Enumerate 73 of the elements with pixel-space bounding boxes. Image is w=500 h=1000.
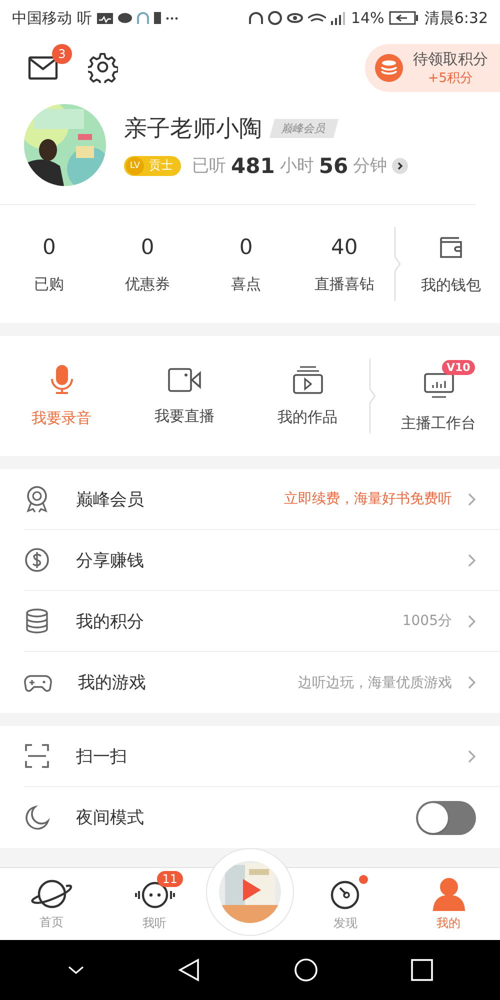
menu-detail: 立即续费，海量好书免费听 <box>284 490 452 508</box>
points-title: 待领取积分 <box>413 50 488 68</box>
divider-icon <box>394 227 402 301</box>
menu-label: 夜间模式 <box>76 807 144 829</box>
hours-unit: 小时 <box>280 155 314 177</box>
carrier-extra-text: 听 <box>77 8 92 28</box>
menu-label: 分享赚钱 <box>76 550 144 572</box>
level-badge: LV 贡士 <box>124 156 181 176</box>
settings-icon <box>88 53 118 83</box>
envelope-icon <box>28 56 58 80</box>
listened-minutes: 56 <box>318 154 348 178</box>
more-icon <box>166 16 178 20</box>
menu-row[interactable]: 我的游戏 边听边玩，海量优质游戏 <box>24 652 500 713</box>
chevron-right-icon <box>468 750 476 762</box>
chevron-right-icon <box>468 492 476 506</box>
battery-percent: 14% <box>350 9 384 27</box>
menu-row[interactable]: 扫一扫 <box>24 726 500 787</box>
minutes-unit: 分钟 <box>353 155 388 177</box>
level-badge: V10 <box>442 360 476 374</box>
settings-button[interactable] <box>86 51 120 85</box>
coins-icon <box>375 54 403 82</box>
notification-badge: 11 <box>157 870 182 886</box>
collapse-icon[interactable] <box>66 965 85 975</box>
points-button[interactable]: 待领取积分 +5积分 <box>365 44 500 92</box>
chevron-right-icon <box>468 554 476 566</box>
person-icon <box>432 876 466 910</box>
signal-icon <box>330 12 346 24</box>
stat-item[interactable]: 40 直播喜钻 <box>295 234 394 294</box>
clock: 清晨6:32 <box>424 8 488 28</box>
moon-icon <box>24 804 50 830</box>
points-reward: +5积分 <box>428 70 474 86</box>
menu-row[interactable]: 分享赚钱 <box>24 530 500 591</box>
toggle-switch[interactable] <box>416 800 476 834</box>
carrier-text: 中国移动 <box>12 8 72 28</box>
studio-button[interactable]: V10 主播工作台 <box>377 360 500 432</box>
stat-item[interactable]: 0 已购 <box>0 234 98 294</box>
chart-icon <box>97 12 113 24</box>
tool-button[interactable]: 我的作品 <box>246 366 369 426</box>
dollar-icon <box>24 547 50 573</box>
menu-detail: 1005分 <box>402 612 452 630</box>
listened-hours: 481 <box>231 154 275 178</box>
scan-icon <box>24 743 50 769</box>
chevron-right-icon[interactable] <box>392 158 408 174</box>
menu-row[interactable]: 巅峰会员 立即续费，海量好书免费听 <box>24 469 500 530</box>
menu-row[interactable]: 夜间模式 <box>24 787 500 848</box>
wallet-button[interactable]: 我的钱包 <box>402 234 500 294</box>
video-camera-icon <box>168 366 202 392</box>
menu-detail: 边听边玩，海量优质游戏 <box>298 674 452 692</box>
medal-icon <box>24 485 50 513</box>
wifi-icon <box>308 13 326 23</box>
member-badge: 巅峰会员 <box>269 118 339 138</box>
menu-label: 巅峰会员 <box>76 488 144 510</box>
user-name: 亲子老师小陶 <box>124 114 262 144</box>
back-icon[interactable] <box>178 958 200 982</box>
notification-badge: 3 <box>52 44 72 64</box>
chevron-right-icon <box>468 676 476 689</box>
recents-icon[interactable] <box>411 959 434 981</box>
video-play-icon <box>292 366 322 394</box>
menu-label: 扫一扫 <box>76 746 127 768</box>
stat-item[interactable]: 0 优惠券 <box>98 234 197 294</box>
menu-row[interactable]: 我的积分 1005分 <box>24 591 500 652</box>
chevron-right-icon <box>468 614 476 628</box>
stat-item[interactable]: 0 喜点 <box>196 234 296 294</box>
tool-button[interactable]: 我要直播 <box>123 366 246 426</box>
divider-icon <box>369 359 377 433</box>
eye-icon <box>286 13 303 23</box>
planet-icon <box>30 878 74 910</box>
menu-label: 我的积分 <box>76 610 144 632</box>
listened-label: 已听 <box>192 155 226 177</box>
coins-icon <box>24 608 50 634</box>
battery-icon <box>389 11 420 25</box>
home-icon[interactable] <box>294 958 318 982</box>
menu-label: 我的游戏 <box>78 672 146 694</box>
